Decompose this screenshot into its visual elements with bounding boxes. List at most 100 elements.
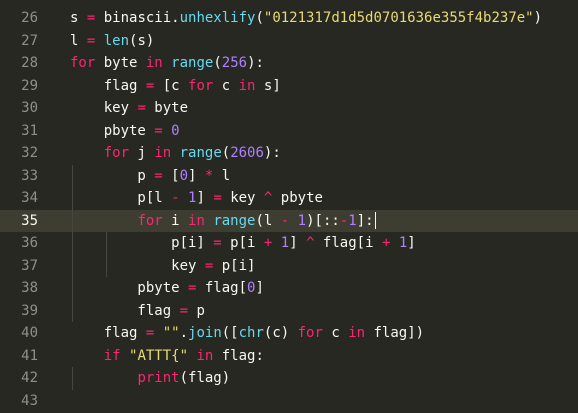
code-line-34[interactable]: 34 p[l - 1] = key ^ pbyte [0, 187, 578, 210]
code-token: "0121317d1d5d0701636e355f4b237e" [263, 10, 534, 26]
indent-guide [105, 232, 107, 277]
code-token: l [70, 32, 87, 49]
code-token: c [213, 77, 239, 94]
code-line-28[interactable]: 28 for byte in range(256): [0, 52, 578, 75]
line-code[interactable]: for byte in range(256): [70, 52, 264, 75]
code-token: in [154, 145, 172, 161]
code-line-36[interactable]: 36 p[i] = p[i + 1] ^ flag[i + 1] [0, 232, 578, 255]
code-token: binascii. [95, 10, 180, 26]
code-line-39[interactable]: 39 flag = p [0, 300, 578, 323]
code-line-26[interactable]: 26 s = binascii.unhexlify("0121317d1d5d07… [0, 7, 578, 30]
code-token: in [348, 325, 366, 341]
code-token: p [70, 167, 155, 184]
code-token: in [188, 212, 205, 229]
code-token: ] [289, 235, 307, 251]
code-token: for [137, 212, 163, 229]
code-token: for [103, 145, 130, 161]
code-token: - [339, 212, 349, 229]
line-code[interactable]: key = p[i] [70, 255, 255, 278]
line-code[interactable]: print(flag) [70, 367, 230, 390]
code-token: 1 [348, 212, 357, 229]
code-token: byte [145, 100, 189, 116]
code-token: byte [95, 55, 146, 71]
line-number: 35 [21, 212, 38, 229]
code-token: range [213, 212, 256, 229]
line-code[interactable]: flag = "".join([chr(c) for c in flag]) [70, 322, 424, 345]
line-number: 26 [21, 10, 38, 26]
code-token: ] [188, 167, 205, 184]
code-token: . [179, 325, 189, 341]
code-line-35[interactable]: 35 for i in range(l - 1)[::-1]: [0, 209, 578, 233]
code-token: 0 [179, 167, 189, 184]
code-line-40[interactable]: 40 flag = "".join([chr(c) for c in flag]… [0, 322, 578, 345]
code-editor[interactable]: 26 s = binascii.unhexlify("0121317d1d5d07… [0, 0, 578, 413]
code-token: key [221, 190, 264, 206]
line-number: 30 [21, 100, 38, 116]
code-token: p[i] [70, 235, 214, 251]
code-token: ) [533, 10, 543, 26]
code-line-27[interactable]: 27 l = len(s) [0, 30, 578, 53]
line-number: 39 [21, 302, 38, 319]
code-token: ]: [356, 212, 374, 229]
line-number: 34 [21, 190, 38, 206]
line-code[interactable]: if "ATTT{" in flag: [70, 345, 264, 368]
text-cursor [374, 212, 376, 229]
code-line-38[interactable]: 38 pbyte = flag[0] [0, 277, 578, 300]
line-code[interactable]: pbyte = flag[0] [70, 277, 263, 300]
line-code[interactable]: p = [0] * l [70, 165, 230, 188]
code-line-31[interactable]: 31 pbyte = 0 [0, 120, 578, 143]
line-code[interactable]: for i in range(l - 1)[::-1]: [70, 210, 376, 233]
code-line-29[interactable]: 29 flag = [c for c in s] [0, 75, 578, 98]
code-token: ): [247, 55, 264, 71]
line-code[interactable]: for j in range(2606): [70, 142, 281, 165]
line-number: 37 [21, 257, 38, 274]
line-code[interactable]: s = binascii.unhexlify("0121317d1d5d0701… [70, 7, 542, 30]
code-token: pbyte [70, 280, 189, 296]
code-token: ] [196, 190, 214, 206]
line-code[interactable]: pbyte = 0 [70, 120, 180, 143]
line-code[interactable]: flag = [c for c in s] [70, 75, 281, 98]
code-token: ( [213, 55, 222, 71]
code-line-43[interactable]: 43 [0, 390, 578, 413]
code-token: flag [70, 302, 180, 319]
code-token: range [171, 55, 214, 71]
code-token: p[i] [213, 257, 256, 274]
line-number: 36 [21, 235, 38, 251]
line-number: 28 [21, 55, 38, 71]
code-token: = [213, 190, 222, 206]
code-token: 0 [171, 122, 180, 139]
code-token: for [188, 77, 214, 94]
code-token: = [137, 100, 146, 116]
code-line-42[interactable]: 42 print(flag) [0, 367, 578, 390]
code-line-33[interactable]: 33 p = [0] * l [0, 165, 578, 188]
line-code[interactable]: flag = p [70, 300, 204, 323]
code-token: pbyte [272, 190, 323, 206]
code-token: ([ [221, 325, 239, 341]
code-line-41[interactable]: 41 if "ATTT{" in flag: [0, 345, 578, 368]
code-token: (l [255, 212, 281, 229]
line-code[interactable]: key = byte [70, 97, 188, 120]
line-code[interactable]: p[i] = p[i + 1] ^ flag[i + 1] [70, 232, 416, 255]
code-token: 1 [398, 235, 408, 251]
code-token: p[i [221, 235, 264, 251]
line-code[interactable]: l = len(s) [70, 30, 154, 53]
code-token: flag: [213, 347, 264, 364]
code-line-37[interactable]: 37 key = p[i] [0, 255, 578, 278]
line-code[interactable]: p[l - 1] = key ^ pbyte [70, 187, 323, 210]
code-line-30[interactable]: 30 key = byte [0, 97, 578, 120]
code-token: [ [162, 167, 180, 184]
code-line-32[interactable]: 32 for j in range(2606): [0, 142, 578, 165]
code-token: 1 [297, 212, 307, 229]
line-number: 42 [21, 370, 38, 386]
line-number: 40 [21, 325, 38, 341]
code-token: print [137, 370, 180, 386]
code-token: (flag) [179, 370, 231, 386]
